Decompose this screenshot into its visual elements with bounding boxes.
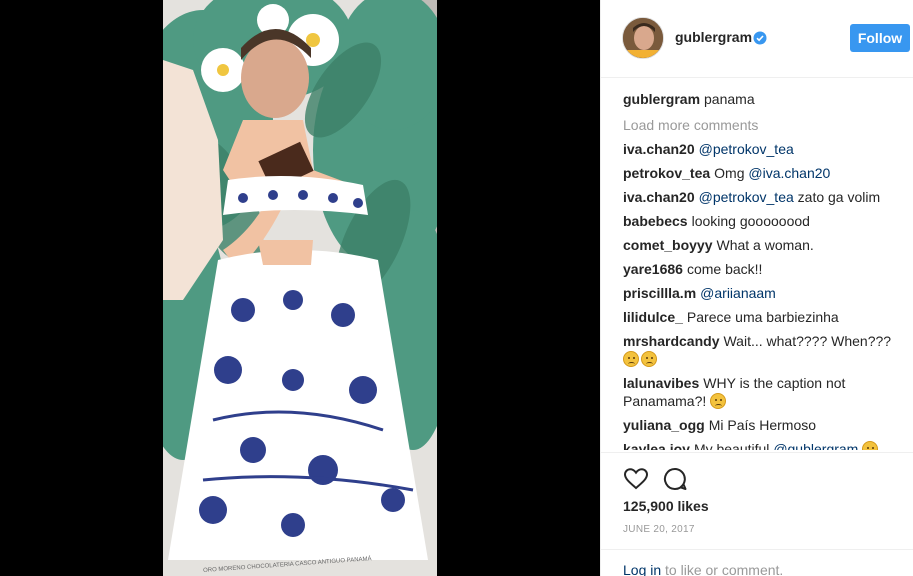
heart-icon[interactable] [623,466,649,492]
comment: comet_boyyy What a woman. [623,236,903,254]
comments-list: gublergram panama Load more comments iva.… [623,90,903,450]
comment: mrshardcandy Wait... what???? When??? [623,332,903,368]
caption-text: panama [704,91,755,107]
comment-text: Mi País Hermoso [708,417,817,433]
comment-username[interactable]: comet_boyyy [623,237,712,253]
verified-badge-icon [753,31,767,45]
login-prompt-text: to like or comment. [665,562,784,576]
post-photo[interactable]: ORO MORENO CHOCOLATERIA CASCO ANTIGUO PA… [163,0,437,576]
comment-username[interactable]: priscillla.m [623,285,696,301]
comment-text: come back!! [686,261,763,277]
login-link[interactable]: Log in [623,562,661,576]
comment-username[interactable]: yare1686 [623,261,683,277]
post-media-area: ORO MORENO CHOCOLATERIA CASCO ANTIGUO PA… [0,0,600,576]
comment: yare1686 come back!! [623,260,903,278]
comment-mention[interactable]: @petrokov_tea [699,189,794,205]
comment-text: Wait... what???? When??? [723,333,892,349]
comment: lalunavibes WHY is the caption not Panama… [623,374,903,410]
comment-username[interactable]: iva.chan20 [623,189,695,205]
post-date: JUNE 20, 2017 [623,524,695,535]
crying-face-emoji [623,351,639,367]
comment: priscillla.m @ariianaam [623,284,903,302]
comment-text: looking goooooood [691,213,810,229]
comment-mention[interactable]: @petrokov_tea [699,141,794,157]
comment-text: My beautiful [693,441,774,450]
comment-username[interactable]: iva.chan20 [623,141,695,157]
frowning-face-emoji [710,393,727,409]
comment-username[interactable]: babebecs [623,213,688,229]
comment: kaylea.joy My beautiful @gublergram [623,440,903,450]
comment-text: Parece uma barbiezinha [686,309,839,325]
comment-username[interactable]: lalunavibes [623,375,699,391]
post-side-panel: gublergram Follow gublergram panama Load … [600,0,913,576]
comment-username[interactable]: petrokov_tea [623,165,710,181]
comment-username[interactable]: mrshardcandy [623,333,719,349]
comment-text: Omg [714,165,749,181]
avatar[interactable] [622,17,664,59]
comment: babebecs looking goooooood [623,212,903,230]
comment-mention[interactable]: @gublergram [773,441,858,450]
post-header: gublergram Follow [601,0,913,78]
load-more-comments-link[interactable]: Load more comments [623,116,903,134]
comment: petrokov_tea Omg @iva.chan20 [623,164,903,182]
comment-username[interactable]: yuliana_ogg [623,417,705,433]
comment: yuliana_ogg Mi País Hermoso [623,416,903,434]
heart-eyes-emoji [862,441,879,450]
comment-username[interactable]: kaylea.joy [623,441,690,450]
comment-mention[interactable]: @iva.chan20 [748,165,830,181]
crying-face-emoji [641,351,657,367]
comment: iva.chan20 @petrokov_tea zato ga volim [623,188,903,206]
follow-button[interactable]: Follow [850,24,910,52]
comment-username[interactable]: lilidulce_ [623,309,683,325]
photo-illustration: ORO MORENO CHOCOLATERIA CASCO ANTIGUO PA… [163,0,437,576]
comment-text: zato ga volim [793,189,881,205]
comment-text: What a woman. [716,237,814,253]
post-username[interactable]: gublergram [675,29,752,45]
comment: iva.chan20 @petrokov_tea [623,140,903,158]
caption-username[interactable]: gublergram [623,91,700,107]
likes-count[interactable]: 125,900 likes [623,498,709,514]
comment-mention[interactable]: @ariianaam [700,285,776,301]
avatar-image [623,18,663,58]
comment: lilidulce_ Parece uma barbiezinha [623,308,903,326]
comment-bubble-icon[interactable] [662,466,688,492]
post-caption: gublergram panama [623,90,903,108]
login-prompt: Log in to like or comment. [601,549,913,576]
post-actions: 125,900 likes JUNE 20, 2017 Log in to li… [601,452,913,576]
